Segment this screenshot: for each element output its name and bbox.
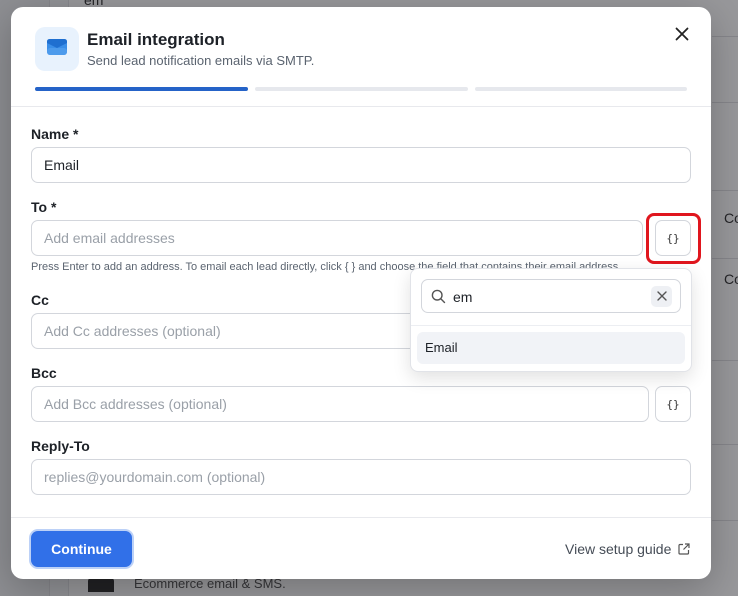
search-icon: [431, 289, 446, 309]
cc-label: Cc: [31, 292, 49, 308]
close-button[interactable]: [671, 25, 693, 47]
step-progress-3: [475, 87, 687, 91]
modal-subtitle: Send lead notification emails via SMTP.: [87, 53, 315, 68]
clear-icon: [656, 288, 667, 306]
to-input[interactable]: [31, 220, 643, 256]
app-icon: [35, 27, 79, 71]
bcc-input[interactable]: [31, 386, 649, 422]
step-progress-2: [255, 87, 468, 91]
bcc-label: Bcc: [31, 365, 57, 381]
field-search-value: em: [453, 289, 473, 305]
name-input[interactable]: Email: [31, 147, 691, 183]
modal-title: Email integration: [87, 30, 225, 49]
close-icon: [675, 27, 689, 46]
reply-to-input[interactable]: [31, 459, 691, 495]
name-input-value: Email: [44, 157, 80, 173]
clear-search-button[interactable]: [651, 286, 672, 307]
field-picker-dropdown: em Email: [410, 268, 692, 372]
external-link-icon: [678, 542, 690, 560]
modal-header: Email integration Send lead notification…: [11, 7, 711, 107]
field-search-input[interactable]: em: [421, 279, 681, 313]
field-option-email[interactable]: Email: [417, 332, 685, 364]
name-label: Name *: [31, 126, 79, 142]
to-label: To *: [31, 199, 57, 215]
email-integration-modal: Email integration Send lead notification…: [11, 7, 711, 579]
dropdown-divider: [411, 325, 691, 326]
footer-divider: [11, 517, 711, 518]
reply-to-label: Reply-To: [31, 438, 90, 454]
view-setup-guide-link[interactable]: View setup guide: [565, 541, 671, 557]
template-button-highlight: [646, 213, 701, 264]
continue-button[interactable]: Continue: [31, 531, 132, 567]
envelope-icon: [46, 38, 68, 61]
step-progress-1: [35, 87, 248, 91]
bcc-template-button[interactable]: {}: [655, 386, 691, 422]
